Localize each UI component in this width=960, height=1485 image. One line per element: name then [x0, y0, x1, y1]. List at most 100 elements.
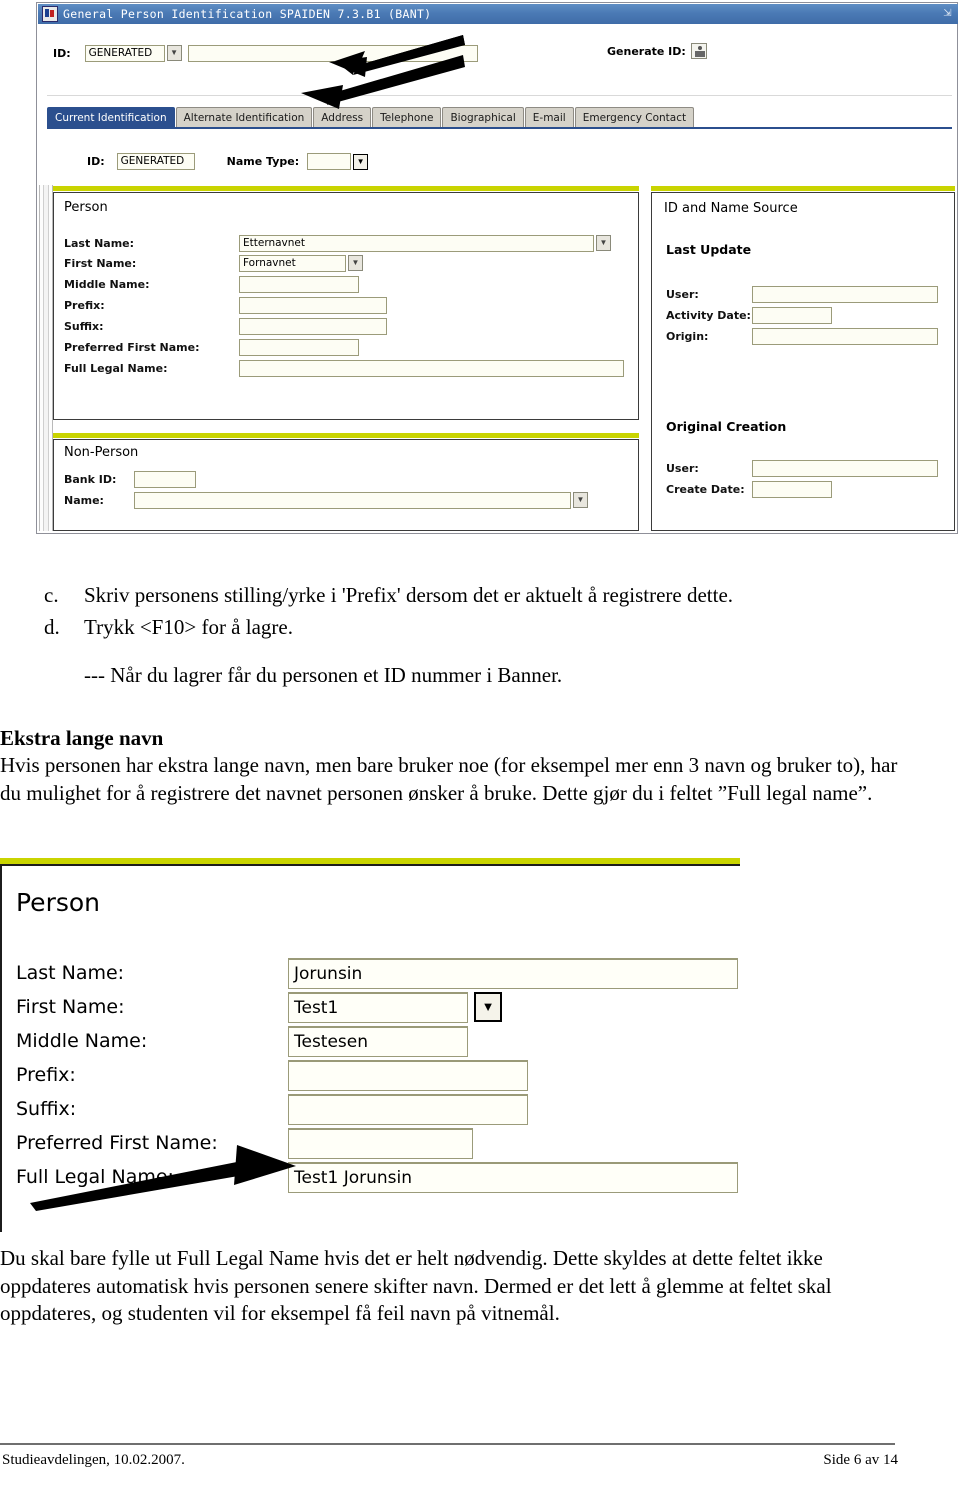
first-name-label: First Name:: [64, 256, 137, 270]
shot-middle-name-label: Middle Name:: [16, 1030, 148, 1052]
list-item: d. Trykk <F10> for å lagre.: [44, 612, 934, 644]
shot-full-legal-name-field[interactable]: Test1 Jorunsin: [288, 1161, 738, 1193]
tab-current-identification[interactable]: Current Identification: [47, 107, 175, 127]
last-name-field[interactable]: Etternavnet: [239, 234, 594, 252]
suffix-field[interactable]: [239, 317, 387, 335]
shot-prefix-label: Prefix:: [16, 1064, 76, 1086]
prefix-label: Prefix:: [64, 298, 105, 312]
list-text: Trykk <F10> for å lagre.: [84, 614, 293, 639]
preferred-first-name-label: Preferred First Name:: [64, 340, 200, 354]
name-type-dropdown-icon[interactable]: ▼: [353, 153, 369, 170]
name-type-label: Name Type:: [226, 155, 300, 168]
name-type-field[interactable]: [307, 153, 352, 170]
last-name-label: Last Name:: [64, 236, 135, 250]
section-heading: Ekstra lange navn: [0, 726, 164, 750]
tab-email[interactable]: E-mail: [524, 107, 574, 127]
shot-last-name-label: Last Name:: [16, 962, 125, 984]
id-type-field[interactable]: GENERATED: [84, 44, 165, 62]
shot-first-name-label: First Name:: [16, 996, 125, 1018]
last-name-dropdown-icon[interactable]: ▼: [596, 235, 611, 251]
last-update-activity-date-label: Activity Date:: [666, 308, 751, 322]
person-generate-icon[interactable]: [690, 43, 707, 59]
preferred-first-name-field[interactable]: [239, 338, 359, 356]
generate-id-label: Generate ID:: [607, 44, 686, 58]
original-creation-create-date-label: Create Date:: [666, 482, 745, 496]
last-update-user-label: User:: [666, 287, 699, 301]
nonperson-panel-accent: [53, 433, 639, 438]
last-update-title: Last Update: [666, 242, 752, 257]
first-name-field[interactable]: Fornavnet: [239, 254, 346, 272]
middle-name-field[interactable]: [239, 275, 359, 293]
original-creation-title: Original Creation: [666, 419, 787, 434]
id-type-dropdown-icon[interactable]: ▼: [166, 45, 182, 61]
footer-divider: [0, 1443, 895, 1445]
bank-id-field[interactable]: [134, 470, 196, 488]
person-shot-body: Person Last Name: Jorunsin First Name: T…: [0, 864, 740, 1232]
sub-id-row: ID: GENERATED Name Type: ▼: [87, 153, 369, 170]
section-paragraph: Hvis personen har ekstra lange navn, men…: [0, 753, 898, 805]
banner-app-icon: [42, 6, 58, 22]
tab-strip: Current Identification Alternate Identif…: [47, 107, 952, 129]
middle-name-label: Middle Name:: [64, 277, 150, 291]
instruction-list: c. Skriv personens stilling/yrke i 'Pref…: [44, 580, 934, 688]
shot-first-name-dropdown-icon[interactable]: ▼: [474, 992, 502, 1022]
list-marker: c.: [44, 583, 59, 607]
resize-grip-icon[interactable]: ⇲: [942, 8, 953, 19]
nonperson-name-label: Name:: [64, 493, 104, 507]
nonperson-name-field[interactable]: [134, 491, 571, 509]
prefix-field[interactable]: [239, 296, 387, 314]
shot-first-name-field[interactable]: Test1: [288, 991, 468, 1023]
last-update-user-field[interactable]: [752, 285, 938, 303]
nonperson-panel: Non-Person Bank ID: Name: ▼: [53, 439, 639, 531]
person-panel: Person Last Name: Etternavnet ▼ First Na…: [53, 192, 639, 420]
last-update-activity-date-field[interactable]: [752, 306, 832, 324]
list-item: c. Skriv personens stilling/yrke i 'Pref…: [44, 580, 934, 612]
sub-id-label: ID:: [87, 155, 105, 168]
bank-id-label: Bank ID:: [64, 472, 117, 486]
source-panel: ID and Name Source Last Update User: Act…: [651, 192, 955, 531]
window-titlebar: General Person Identification SPAIDEN 7.…: [38, 4, 958, 24]
person-shot-title: Person: [16, 888, 101, 917]
key-block-id-row: ID: GENERATED ▼: [53, 41, 933, 65]
source-panel-accent: [651, 186, 955, 191]
tab-telephone[interactable]: Telephone: [372, 107, 442, 127]
list-marker: d.: [44, 614, 60, 639]
person-panel-title: Person: [64, 200, 108, 215]
form-left-scrollbar-track[interactable]: [43, 185, 49, 531]
sub-id-field[interactable]: GENERATED: [116, 153, 195, 170]
suffix-label: Suffix:: [64, 319, 104, 333]
note-line: --- Når du lagrer får du personen et ID …: [84, 663, 563, 687]
nonperson-name-dropdown-icon[interactable]: ▼: [573, 492, 588, 508]
window-title: General Person Identification SPAIDEN 7.…: [63, 7, 432, 21]
last-update-origin-label: Origin:: [666, 329, 709, 343]
id-number-field[interactable]: [187, 44, 478, 62]
first-name-dropdown-icon[interactable]: ▼: [348, 255, 363, 271]
original-creation-user-label: User:: [666, 461, 699, 475]
shot-suffix-field[interactable]: [288, 1093, 528, 1125]
last-update-origin-field[interactable]: [752, 327, 938, 345]
generate-id-group: Generate ID:: [607, 43, 707, 59]
original-creation-user-field[interactable]: [752, 459, 938, 477]
divider: [47, 95, 952, 96]
nonperson-panel-title: Non-Person: [64, 445, 139, 460]
tab-alternate-identification[interactable]: Alternate Identification: [175, 107, 313, 127]
list-text: Skriv personens stilling/yrke i 'Prefix'…: [84, 583, 734, 607]
shot-suffix-label: Suffix:: [16, 1098, 77, 1120]
banner-form-screenshot: General Person Identification SPAIDEN 7.…: [36, 2, 958, 534]
person-panel-screenshot: Person Last Name: Jorunsin First Name: T…: [0, 858, 740, 1233]
full-legal-name-field[interactable]: [239, 359, 624, 377]
annotation-arrow-full-legal-name: [30, 1145, 296, 1211]
tab-emergency-contact[interactable]: Emergency Contact: [574, 107, 695, 127]
footer-right-text: Side 6 av 14: [823, 1452, 898, 1468]
tab-biographical[interactable]: Biographical: [442, 107, 524, 127]
shot-preferred-first-name-field[interactable]: [288, 1127, 473, 1159]
person-panel-accent: [53, 186, 639, 191]
shot-last-name-field[interactable]: Jorunsin: [288, 957, 738, 989]
shot-prefix-field[interactable]: [288, 1059, 528, 1091]
original-creation-create-date-field[interactable]: [752, 480, 832, 498]
id-label: ID:: [53, 46, 71, 60]
tab-address[interactable]: Address: [313, 107, 372, 127]
shot-middle-name-field[interactable]: Testesen: [288, 1025, 468, 1057]
source-panel-title: ID and Name Source: [664, 201, 798, 216]
closing-paragraph: Du skal bare fylle ut Full Legal Name hv…: [0, 1246, 832, 1326]
